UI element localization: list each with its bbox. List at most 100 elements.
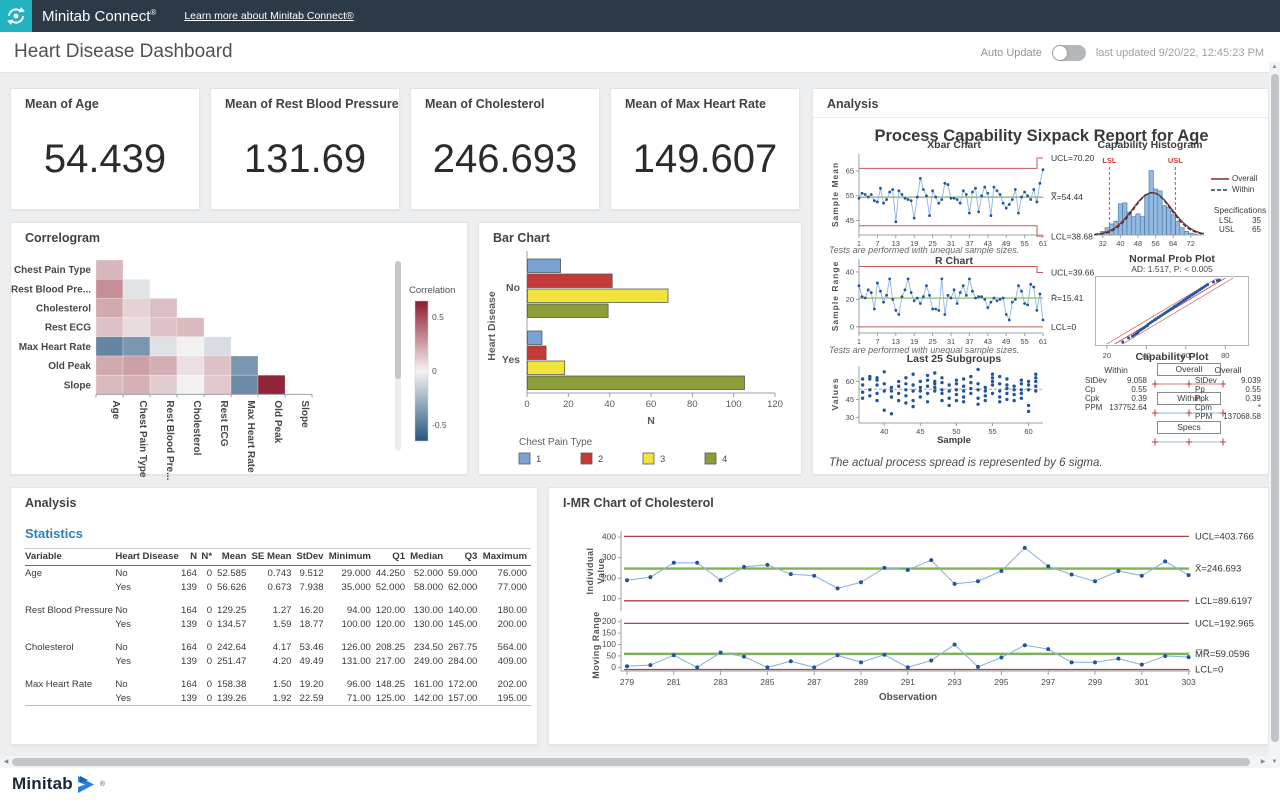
svg-text:299: 299 — [1088, 677, 1102, 687]
correlation-cell — [150, 375, 177, 394]
imr-chart-panel: I-MR Chart of Cholesterol 100200300400UC… — [548, 487, 1269, 745]
svg-text:LCL=0: LCL=0 — [1051, 322, 1077, 332]
correlation-cell — [96, 375, 123, 394]
scroll-down-arrow[interactable]: ▼ — [1269, 757, 1280, 768]
svg-text:40: 40 — [846, 267, 854, 276]
correlation-cell — [177, 337, 204, 356]
kpi-value: 246.693 — [411, 137, 599, 182]
stats-table-row: Yes1390139.261.9222.5971.00125.00142.001… — [25, 691, 531, 706]
capability-stat-row: Cpk0.39 — [1085, 394, 1147, 403]
stats-col-header: Maximum — [481, 549, 531, 566]
kpi-title: Mean of Cholesterol — [425, 97, 544, 111]
svg-text:Yes: Yes — [502, 354, 520, 366]
toggle-knob[interactable] — [1053, 46, 1067, 60]
svg-text:120: 120 — [767, 399, 783, 410]
brand-registered-mark: ® — [150, 8, 156, 17]
auto-update-label: Auto Update — [981, 47, 1042, 59]
kpi-card-mean-cholesterol: Mean of Cholesterol 246.693 — [410, 88, 600, 210]
bar — [528, 259, 561, 273]
capability-stat-row: StDev9.058 — [1085, 376, 1147, 385]
correlation-cell — [96, 298, 123, 317]
auto-update-toggle[interactable] — [1052, 45, 1086, 61]
correlation-cell — [123, 279, 150, 298]
svg-text:45: 45 — [846, 216, 854, 225]
capability-within-stats: WithinStDev9.058Cp0.55Cpk0.39PPM137752.6… — [1085, 365, 1147, 412]
svg-text:0: 0 — [432, 366, 437, 376]
stats-col-header: Heart Disease — [115, 549, 180, 566]
bar-chart-panel: Bar Chart 020406080100120NoYesHeart Dise… — [478, 222, 802, 475]
stats-col-header: Q3 — [447, 549, 481, 566]
last-updated-text: last updated 9/20/22, 12:45:23 PM — [1096, 47, 1264, 59]
svg-text:3: 3 — [660, 454, 665, 465]
panel-title: Correlogram — [25, 231, 100, 245]
svg-text:32: 32 — [1099, 239, 1107, 248]
correlation-cell — [96, 356, 123, 375]
minitab-footer-logo[interactable]: Minitab ® — [12, 774, 105, 794]
capability-overall-stats: OverallStDev9.039Pp0.55Ppk0.39Cpm*PPM137… — [1195, 365, 1261, 421]
capability-stat-row: Cp0.55 — [1085, 385, 1147, 394]
horizontal-scroll-thumb[interactable] — [12, 758, 1250, 766]
stats-table-row: AgeNo164052.5850.7439.51229.00044.25052.… — [25, 566, 531, 581]
stats-col-header: Variable — [25, 549, 115, 566]
svg-text:100: 100 — [602, 639, 616, 649]
learn-more-link[interactable]: Learn more about Minitab Connect® — [184, 10, 353, 22]
scroll-left-arrow[interactable]: ◀ — [0, 756, 12, 768]
last25-title: Last 25 Subgroups — [829, 353, 1079, 365]
svg-text:Slope: Slope — [64, 380, 92, 391]
heart-disease-bar-chart: 020406080100120NoYesHeart DiseaseNChest … — [479, 223, 803, 474]
stats-col-header: Minimum — [328, 549, 375, 566]
svg-text:Rest Blood Pre...: Rest Blood Pre... — [11, 284, 91, 295]
svg-text:Chest Pain Type: Chest Pain Type — [137, 400, 148, 477]
statistics-heading[interactable]: Statistics — [25, 526, 83, 541]
svg-text:20: 20 — [846, 295, 854, 304]
svg-text:65: 65 — [846, 166, 854, 175]
svg-text:Old Peak: Old Peak — [272, 400, 283, 443]
imr-chart: 100200300400UCL=403.766X̄=246.693LCL=89.… — [549, 516, 1270, 744]
kpi-title: Mean of Rest Blood Pressure — [225, 97, 399, 111]
svg-text:Cholesterol: Cholesterol — [36, 304, 91, 315]
minitab-arrow-icon — [78, 776, 98, 793]
svg-text:Sample Mean: Sample Mean — [830, 162, 840, 227]
stats-table-row: Yes1390251.474.2049.49131.00217.00249.00… — [25, 654, 531, 668]
stats-table-row: Yes139056.6260.6737.93835.00052.00058.00… — [25, 580, 531, 594]
specifications-title: Specifications — [1211, 205, 1269, 215]
minitab-connect-logo[interactable] — [0, 0, 32, 32]
bar — [528, 304, 609, 318]
svg-text:61: 61 — [1039, 337, 1047, 346]
svg-text:Slope: Slope — [299, 400, 310, 428]
prob-plot-subtitle: AD: 1.517, P: < 0.005 — [1095, 264, 1249, 274]
scroll-right-arrow[interactable]: ▶ — [1257, 756, 1269, 768]
svg-text:Rest Blood Pre...: Rest Blood Pre... — [164, 400, 175, 480]
svg-text:283: 283 — [714, 677, 728, 687]
correlation-cell — [231, 356, 258, 375]
svg-text:0: 0 — [850, 322, 854, 331]
svg-text:Individual: Individual — [585, 547, 595, 594]
svg-text:UCL=403.766: UCL=403.766 — [1195, 531, 1254, 542]
stats-col-header: Median — [409, 549, 447, 566]
svg-text:UCL=39.66: UCL=39.66 — [1051, 267, 1095, 277]
svg-text:80: 80 — [687, 399, 698, 410]
svg-text:150: 150 — [602, 628, 616, 638]
svg-text:293: 293 — [948, 677, 962, 687]
svg-text:2: 2 — [598, 454, 603, 465]
horizontal-scrollbar[interactable]: ◀ ▶ — [0, 756, 1269, 768]
svg-text:UCL=192.965: UCL=192.965 — [1195, 618, 1254, 629]
correlation-cell — [204, 356, 231, 375]
bar — [528, 361, 565, 375]
vertical-scrollbar[interactable]: ▲ ▼ — [1269, 62, 1280, 768]
kpi-value: 54.439 — [11, 137, 199, 182]
svg-text:LCL=0: LCL=0 — [1195, 665, 1223, 676]
svg-text:LSL: LSL — [1102, 156, 1117, 165]
correlation-cell — [177, 356, 204, 375]
footer-brand-text: Minitab — [12, 774, 73, 794]
scroll-up-arrow[interactable]: ▲ — [1269, 62, 1280, 73]
correlation-cell — [231, 375, 258, 394]
capability-stat-row: PPM137068.58 — [1195, 412, 1261, 421]
vertical-scroll-thumb[interactable] — [1271, 74, 1279, 742]
capability-plot-title: Capability Plot — [1095, 351, 1249, 363]
correlation-cell — [258, 375, 285, 394]
kpi-card-mean-rest-bp: Mean of Rest Blood Pressure 131.69 — [210, 88, 400, 210]
svg-text:Value: Value — [596, 558, 606, 584]
svg-text:R̄=15.41: R̄=15.41 — [1051, 293, 1084, 303]
panel-header-divider — [813, 117, 1268, 118]
